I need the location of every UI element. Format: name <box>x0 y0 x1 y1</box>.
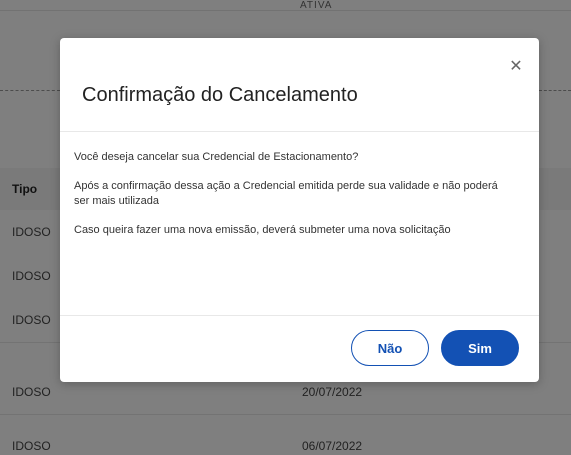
dialog-info: Caso queira fazer uma nova emissão, deve… <box>74 224 451 236</box>
dialog-body: Você deseja cancelar sua Credencial de E… <box>74 150 514 252</box>
dialog-divider <box>60 131 539 132</box>
dialog-footer-divider <box>60 315 539 316</box>
dialog-question: Você deseja cancelar sua Credencial de E… <box>74 151 359 163</box>
dialog-title: Confirmação do Cancelamento <box>82 84 358 106</box>
page: ATIVA Tipo IDOSO IDOSO IDOSO IDOSO 20/07… <box>0 0 571 455</box>
close-icon[interactable]: ✕ <box>507 58 525 76</box>
dialog-warning: Após a confirmação dessa ação a Credenci… <box>74 180 498 207</box>
no-button[interactable]: Não <box>351 330 429 366</box>
confirmation-dialog: ✕ Confirmação do Cancelamento Você desej… <box>60 38 539 382</box>
yes-button[interactable]: Sim <box>441 330 519 366</box>
